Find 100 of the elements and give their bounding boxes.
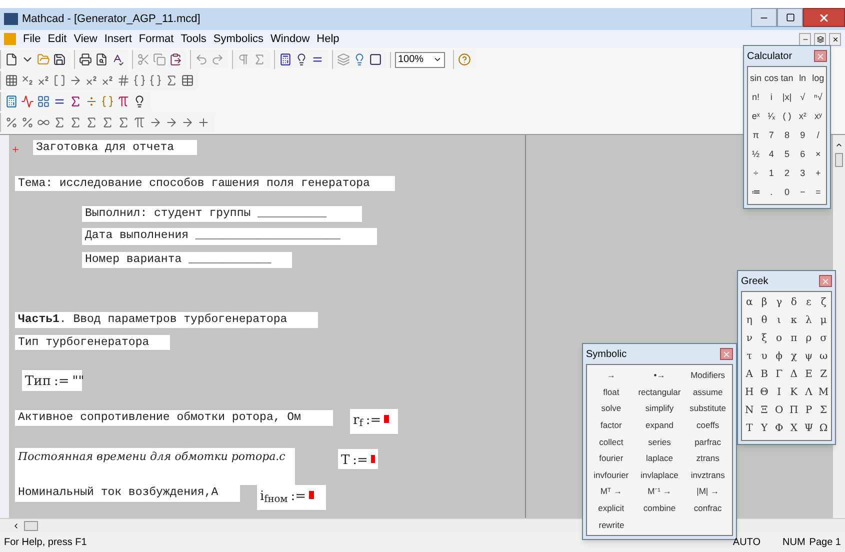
palette-key[interactable]: 7 (764, 126, 780, 145)
palette-key[interactable]: 5 (779, 145, 795, 164)
palette-key[interactable]: ztrans (684, 450, 732, 467)
palette-key[interactable]: laplace (635, 450, 684, 467)
layers-icon[interactable] (337, 53, 350, 66)
palette-key[interactable]: substitute (684, 400, 732, 417)
palette-key[interactable]: + (810, 164, 826, 183)
new-document-icon[interactable] (5, 53, 18, 66)
palette-key[interactable]: Π (786, 402, 802, 420)
sigma-icon[interactable] (253, 53, 266, 66)
palette-key[interactable]: θ (756, 312, 772, 330)
braces-icon[interactable] (149, 74, 162, 87)
palette-key[interactable]: sin (748, 69, 764, 88)
palette-key[interactable]: Ψ (801, 420, 816, 438)
palette-key[interactable]: 3 (794, 164, 810, 183)
calculator-icon[interactable] (279, 53, 292, 66)
palette-key[interactable]: explicit (587, 500, 636, 516)
palette-key[interactable]: ½ (748, 145, 764, 164)
palette-key[interactable]: Τ (742, 420, 757, 438)
palette-key[interactable]: π (748, 126, 764, 145)
palette-key[interactable]: Χ (786, 420, 802, 438)
product-icon[interactable] (133, 116, 146, 129)
palette-key[interactable]: parfrac (684, 433, 732, 450)
palette-key[interactable]: invztrans (684, 466, 732, 484)
save-icon[interactable] (53, 53, 66, 66)
palette-key[interactable]: rewrite (587, 516, 636, 533)
palette-key[interactable]: Ω (816, 420, 831, 438)
matrix-icon[interactable] (5, 74, 18, 87)
palette-key[interactable]: μ (816, 312, 831, 330)
palette-key[interactable]: ÷ (748, 164, 764, 183)
palette-key[interactable]: |M| → (684, 483, 732, 500)
palette-key[interactable]: ι (772, 312, 786, 330)
pilcrow-icon[interactable] (237, 53, 250, 66)
palette-key[interactable]: rectangular (635, 384, 684, 400)
palette-key[interactable]: xʸ (810, 107, 826, 126)
palette-key[interactable]: η (742, 312, 757, 330)
palette-key[interactable]: ¹⁄ₓ (764, 107, 780, 126)
palette-key[interactable]: Θ (756, 384, 772, 402)
palette-key[interactable]: π (786, 330, 802, 348)
palette-key[interactable]: i (764, 88, 780, 107)
superscript-icon[interactable] (101, 74, 114, 87)
palette-key[interactable]: Ν (742, 402, 757, 420)
braces-icon[interactable] (133, 74, 146, 87)
palette-key[interactable]: ln (794, 69, 810, 88)
menu-item[interactable]: Window (270, 30, 310, 48)
palette-key[interactable]: 6 (794, 145, 810, 164)
palette-key[interactable]: ρ (801, 330, 816, 348)
graph-icon[interactable] (21, 95, 34, 108)
palette-key[interactable]: float (587, 384, 636, 400)
help-icon[interactable] (458, 53, 471, 66)
zoom-dropdown[interactable]: 100% (395, 52, 445, 68)
palette-key[interactable]: Ρ (801, 402, 816, 420)
palette-key[interactable]: 4 (764, 145, 780, 164)
palette-key[interactable]: ω (816, 348, 831, 366)
palette-key[interactable]: n! (748, 88, 764, 107)
palette-key[interactable]: Ξ (756, 402, 772, 420)
menu-item[interactable]: Tools (180, 30, 206, 48)
palette-key[interactable]: simplify (635, 400, 684, 417)
menu-item[interactable]: Insert (104, 30, 132, 48)
palette-key[interactable]: ⁿ√ (810, 88, 826, 107)
palette-key[interactable]: Λ (801, 384, 816, 402)
palette-key[interactable]: 2 (779, 164, 795, 183)
palette-key[interactable]: series (635, 433, 684, 450)
redo-icon[interactable] (211, 53, 224, 66)
palette-key[interactable]: Η (742, 384, 757, 402)
restore-button[interactable] (777, 8, 803, 27)
paste-icon[interactable] (169, 53, 182, 66)
palette-key[interactable]: λ (801, 312, 816, 330)
palette-key[interactable]: Ε (801, 366, 816, 384)
palette-key[interactable]: − (794, 183, 810, 202)
palette-key[interactable]: σ (816, 330, 831, 348)
palette-key[interactable]: ζ (816, 294, 831, 312)
menu-item[interactable]: Help (316, 30, 340, 48)
palette-key[interactable]: invfourier (587, 466, 636, 484)
palette-key[interactable]: . (764, 183, 780, 202)
palette-key[interactable]: •→ (635, 367, 684, 384)
menu-item[interactable]: File (23, 30, 41, 48)
palette-key[interactable]: combine (635, 500, 684, 516)
palette-key[interactable]: expand (635, 416, 684, 434)
close-button[interactable] (829, 32, 841, 46)
palette-key[interactable]: ( ) (779, 107, 795, 126)
print-icon[interactable] (79, 53, 92, 66)
palette-key[interactable]: Mᵀ → (587, 483, 636, 500)
palette-key[interactable]: β (756, 294, 772, 312)
palette-key[interactable]: ψ (801, 348, 816, 366)
palette-key[interactable]: Ι (772, 384, 786, 402)
scroll-thumb[interactable] (24, 521, 38, 531)
palette-key[interactable]: = (810, 183, 826, 202)
cut-icon[interactable] (137, 53, 150, 66)
scroll-thumb[interactable] (835, 153, 843, 167)
brackets-icon[interactable] (53, 74, 66, 87)
palette-key[interactable]: Modifiers (684, 367, 732, 384)
palette-key[interactable]: invlaplace (635, 466, 684, 484)
palette-key[interactable]: α (742, 294, 757, 312)
palette-key[interactable]: υ (756, 348, 772, 366)
palette-key[interactable]: M⁻¹ → (635, 483, 684, 500)
window-icon[interactable] (369, 53, 382, 66)
palette-key[interactable]: Γ (772, 366, 786, 384)
palette-key[interactable]: ε (801, 294, 816, 312)
menu-item[interactable]: View (74, 30, 98, 48)
